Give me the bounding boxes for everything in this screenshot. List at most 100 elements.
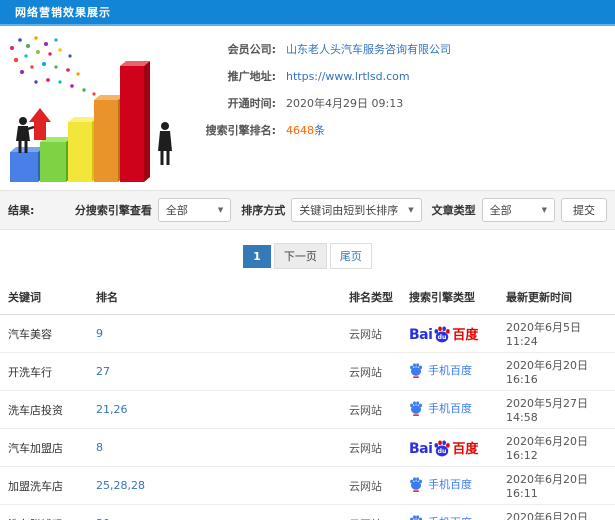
rank-cell: 9 (88, 314, 341, 353)
page-title: 网络营销效果展示 (15, 6, 111, 19)
company-name-link[interactable]: 山东老人头汽车服务咨询有限公司 (286, 42, 451, 57)
rank-cell: 21,26 (88, 390, 341, 429)
info-row-company: 会员公司: 山东老人头汽车服务咨询有限公司 (188, 42, 615, 57)
member-info-section: 会员公司: 山东老人头汽车服务咨询有限公司 推广地址: https://www.… (0, 26, 615, 190)
keyword-cell: 汽车加盟店 (0, 428, 88, 467)
rank-link[interactable]: 25,28,28 (96, 479, 145, 492)
update-time-cell: 2020年6月20日 16:16 (498, 352, 615, 391)
rank-type-cell: 云网站 (341, 314, 401, 353)
mobile-baidu-paw-icon (410, 477, 422, 492)
column-header-keyword: 关键词 (0, 281, 88, 315)
member-info-list: 会员公司: 山东老人头汽车服务咨询有限公司 推广地址: https://www.… (188, 30, 615, 190)
keyword-cell: 开洗车行 (0, 352, 88, 391)
chevron-down-icon: ▼ (408, 206, 414, 214)
engine-cell: Bai du 百度 (401, 428, 498, 467)
article-type-filter-label: 文章类型 (431, 204, 476, 217)
rank-link[interactable]: 9 (96, 327, 103, 340)
open-time-value: 2020年4月29日 09:13 (286, 97, 404, 110)
rank-type-cell: 云网站 (341, 390, 401, 429)
column-header-engine-type: 搜索引擎类型 (401, 281, 498, 315)
mobile-baidu-logo-icon: 手机百度 (409, 514, 472, 520)
up-arrow-icon (29, 108, 51, 140)
confetti-dots (10, 36, 112, 108)
mobile-baidu-logo-icon: 手机百度 (409, 476, 472, 492)
chevron-down-icon: ▼ (217, 206, 224, 214)
engine-cell: Bai du 百度 (401, 314, 498, 353)
sort-select-value: 关键词由短到长排序 (299, 204, 399, 217)
mobile-baidu-logo-icon: 手机百度 (409, 362, 472, 378)
article-type-select-value: 全部 (489, 204, 512, 217)
column-header-rank-type: 排名类型 (341, 281, 401, 315)
info-row-open-time: 开通时间: 2020年4月29日 09:13 (188, 96, 615, 111)
keyword-cell: 汽车美容 (0, 314, 88, 353)
mobile-baidu-logo-icon: 手机百度 (409, 400, 472, 416)
article-type-select[interactable]: 全部 ▼ (481, 198, 555, 222)
svg-text:du: du (438, 448, 447, 455)
rank-cell: 27 (88, 352, 341, 391)
engine-cell: Bai du 百度 (401, 390, 498, 429)
rank-cell: 8 (88, 428, 341, 467)
engine-select-value: 全部 (165, 204, 188, 217)
open-time-label: 开通时间: (227, 97, 276, 110)
mobile-baidu-paw-icon (410, 363, 422, 378)
svg-text:du: du (438, 334, 447, 341)
rank-count-value: 4648 (286, 124, 314, 137)
baidu-paw-icon: du (434, 439, 451, 456)
update-time-cell: 2020年5月27日 14:58 (498, 390, 615, 429)
submit-button[interactable]: 提交 (561, 198, 607, 222)
filter-controls: 分搜索引擎查看 全部 ▼ 排序方式 关键词由短到长排序 ▼ 文章类型 全部 ▼ … (71, 198, 607, 222)
table-row: 汽车加盟店 8 云网站 Bai du 百度 2020年6月20日 16:12 (0, 428, 615, 467)
info-row-rank-count: 搜索引擎排名: 4648 条 (188, 123, 615, 138)
last-page-button[interactable]: 尾页 (329, 243, 372, 269)
rank-type-cell: 云网站 (341, 352, 401, 391)
update-time-cell: 2020年6月20日 16:12 (498, 428, 615, 467)
engine-cell: Bai du 百度 (401, 504, 498, 520)
next-page-button[interactable]: 下一页 (273, 243, 327, 269)
rank-cell: 30 (88, 504, 341, 520)
table-row: 汽车美容 9 云网站 Bai du 百度 2020年6月5日 11:24 (0, 314, 615, 353)
keyword-cell: 洗车店投资 (0, 390, 88, 429)
keyword-ranking-table: 关键词 排名 排名类型 搜索引擎类型 最新更新时间 汽车美容 9 云网站 Bai… (0, 281, 615, 520)
page-1-button[interactable]: 1 (243, 244, 271, 268)
page-header: 网络营销效果展示 (0, 0, 615, 26)
table-row: 开洗车行 27 云网站 Bai du 百度 (0, 352, 615, 391)
rank-type-cell: 云网站 (341, 428, 401, 467)
rank-count-label: 搜索引擎排名: (205, 124, 276, 137)
rank-link[interactable]: 8 (96, 441, 103, 454)
businessman-right (158, 122, 172, 165)
engine-cell: Bai du 百度 (401, 466, 498, 505)
keyword-cell: 加盟洗车店 (0, 466, 88, 505)
rank-type-cell: 云网站 (341, 466, 401, 505)
page: 网络营销效果展示 会员公司: 山东老人头汽车服务咨询有限公司 推广地址: htt… (0, 0, 615, 520)
column-header-update-time: 最新更新时间 (498, 281, 615, 315)
rank-cell: 25,28,28 (88, 466, 341, 505)
company-label: 会员公司: (227, 43, 276, 56)
filter-bar: 结果: 分搜索引擎查看 全部 ▼ 排序方式 关键词由短到长排序 ▼ 文章类型 全… (0, 190, 615, 230)
sort-select[interactable]: 关键词由短到长排序 ▼ (291, 198, 422, 222)
update-time-cell: 2020年6月20日 16:11 (498, 466, 615, 505)
mobile-baidu-paw-icon (410, 515, 422, 520)
mobile-baidu-paw-icon (410, 401, 422, 416)
rank-count-unit: 条 (314, 124, 325, 137)
engine-select[interactable]: 全部 ▼ (157, 198, 232, 222)
baidu-paw-icon: du (434, 325, 451, 342)
baidu-logo-icon: Bai du 百度 (409, 439, 479, 457)
table-row: 洗车店投资 21,26 云网站 Bai du 百度 (0, 390, 615, 429)
table-body: 汽车美容 9 云网站 Bai du 百度 2020年6月5日 11:24 开洗车… (0, 314, 615, 520)
baidu-logo-icon: Bai du 百度 (409, 325, 479, 343)
pagination: 1 下一页 尾页 (0, 230, 615, 281)
rank-link[interactable]: 21,26 (96, 403, 128, 416)
promotion-url-link[interactable]: https://www.lrtlsd.com (286, 69, 410, 84)
update-time-cell: 2020年6月20日 16:12 (498, 504, 615, 520)
sort-filter-label: 排序方式 (241, 204, 286, 217)
engine-cell: Bai du 百度 (401, 352, 498, 391)
info-row-url: 推广地址: https://www.lrtlsd.com (188, 69, 615, 84)
update-time-cell: 2020年6月5日 11:24 (498, 314, 615, 353)
bar-chart-growth-illustration (0, 30, 188, 188)
column-header-rank: 排名 (88, 281, 341, 315)
table-header: 关键词 排名 排名类型 搜索引擎类型 最新更新时间 (0, 281, 615, 315)
rank-link[interactable]: 27 (96, 365, 110, 378)
chevron-down-icon: ▼ (541, 206, 547, 214)
result-label: 结果: (8, 204, 35, 217)
bar-chart-illustration-svg (10, 36, 172, 182)
